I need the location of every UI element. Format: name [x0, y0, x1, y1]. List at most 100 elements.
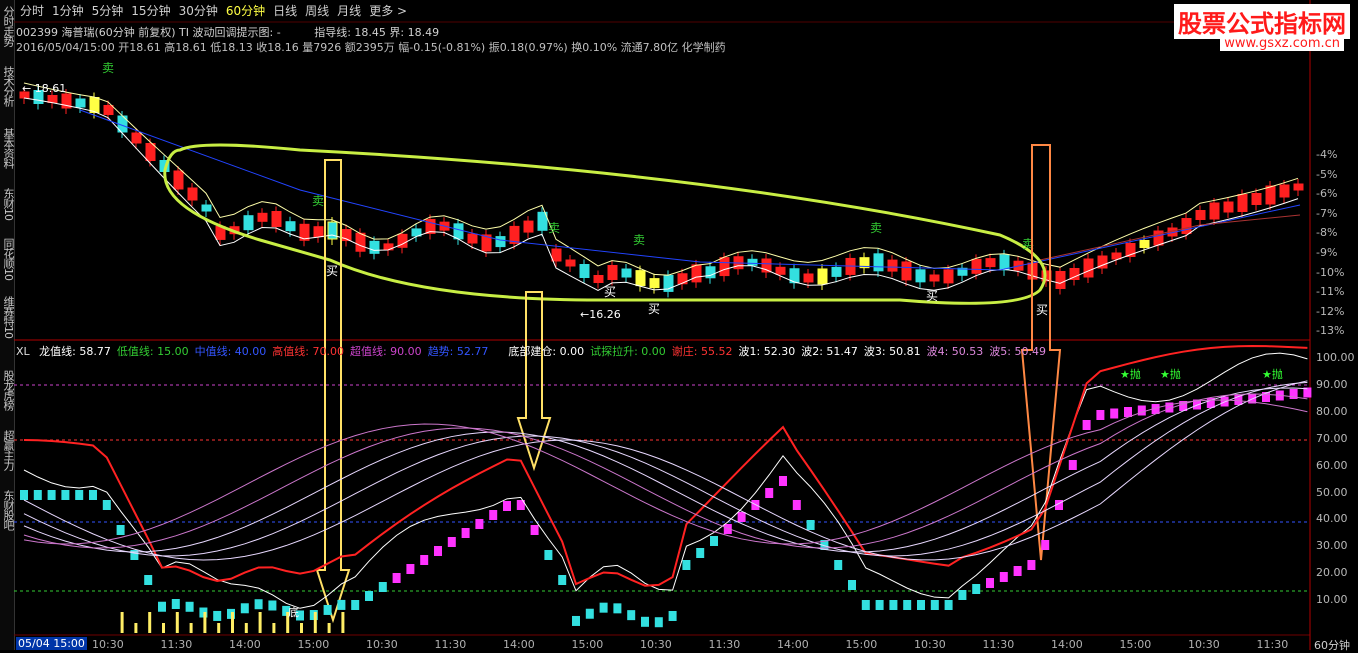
indicator-field: 波3: 50.81 — [863, 345, 921, 358]
indicator-bar — [848, 580, 856, 590]
candle-body — [355, 232, 366, 252]
indicator-bar — [144, 575, 153, 585]
indicator-bar — [806, 520, 815, 530]
candle-body — [243, 215, 254, 231]
bottom-signal-bar — [120, 612, 124, 633]
indicator-bar — [875, 600, 884, 610]
candle-body — [817, 268, 828, 285]
time-axis-label: 11:30 — [1256, 638, 1289, 651]
price-axis-label: -4% — [1316, 148, 1338, 161]
indicator-axis-label: 90.00 — [1316, 377, 1348, 391]
price-axis-label: -8% — [1316, 226, 1338, 240]
indicator-bar — [406, 564, 415, 574]
candle-body — [551, 248, 562, 262]
bottom-signal-bar — [203, 612, 207, 633]
indicator-field: 中值线: 40.00 — [194, 345, 267, 358]
period-1min[interactable]: 1分钟 — [48, 2, 88, 20]
candle-body — [103, 105, 114, 115]
indicator-bar — [1068, 460, 1077, 470]
down-arrow-middle — [516, 291, 552, 472]
brand-url: www.gsxz.com.cn — [1220, 36, 1344, 51]
bottom-signal-bar — [217, 623, 221, 633]
period-more[interactable]: 更多 > — [365, 2, 411, 20]
bottom-signal-bar — [341, 612, 345, 633]
period-60min[interactable]: 60分钟 — [222, 2, 269, 20]
candle-body — [775, 266, 786, 275]
candle-body — [1293, 183, 1304, 191]
indicator-axis-label: 40.00 — [1316, 512, 1348, 526]
candle-body — [257, 212, 268, 222]
candle-body — [285, 221, 296, 232]
sell-signal: 卖 — [102, 61, 114, 75]
indicator-bar — [447, 537, 456, 547]
indicator-prefix: XL — [16, 345, 30, 358]
buy-signal: 买 — [648, 302, 660, 316]
period-5min[interactable]: 5分钟 — [88, 2, 128, 20]
period-daily[interactable]: 日线 — [269, 2, 301, 20]
time-axis-label: 11:30 — [982, 638, 1015, 651]
candle-body — [929, 274, 940, 282]
indicator-field: 底部建仓: 0.00 — [508, 345, 585, 358]
bottom-signal-bar — [258, 612, 262, 633]
indicator-axis-label: 100.00 — [1316, 351, 1355, 364]
indicator-bar — [585, 608, 594, 619]
candle-body — [691, 264, 702, 283]
bottom-signal-bar — [313, 612, 317, 633]
candle-body — [621, 268, 632, 278]
indicator-bar — [365, 591, 373, 601]
indicator-bar — [475, 519, 484, 529]
indicator-bar — [917, 600, 925, 610]
candle-body — [635, 270, 646, 287]
indicator-legend: XL 龙值线: 58.77 低值线: 15.00 中值线: 40.00 高值线: 70… — [16, 343, 1052, 359]
candle-body — [271, 210, 282, 227]
time-axis-label: 10:30 — [366, 638, 398, 651]
indicator-bar — [792, 500, 801, 510]
indicator-bar — [903, 600, 912, 610]
indicator-bar — [351, 600, 360, 610]
bottom-signal-bar — [244, 623, 248, 633]
indicator-bar — [1027, 560, 1036, 570]
throw-signal: ★抛 — [1262, 367, 1283, 381]
indicator-bar — [268, 600, 277, 611]
buy-signal: 买 — [604, 285, 616, 299]
candle-body — [201, 204, 212, 212]
candle-body — [145, 143, 156, 161]
indicator-bar — [1096, 410, 1105, 420]
period-label: 60分钟 — [1314, 639, 1350, 652]
indicator-bar — [323, 604, 332, 615]
period-15min[interactable]: 15分钟 — [127, 2, 174, 20]
candle-body — [1139, 240, 1150, 248]
price-axis-label: -5% — [1316, 167, 1338, 181]
indicator-bar — [489, 510, 498, 520]
indicator-field: 试探拉升: 0.00 — [590, 345, 666, 358]
candle-body — [831, 266, 842, 277]
period-weekly[interactable]: 周线 — [301, 2, 333, 20]
guide-line-value: 指导线: 18.45 界: 18.49 — [314, 26, 440, 39]
candle-body — [1279, 184, 1290, 198]
high-price-mark: ← 18.61 — [22, 82, 66, 95]
candle-body — [719, 257, 730, 277]
indicator-bar — [530, 525, 539, 535]
stock-title-line: 002399 海普瑞(60分钟 前复权) TI 波动回调提示图: - 指导线: … — [16, 24, 439, 40]
indicator-bar — [544, 550, 553, 560]
indicator-bar — [1137, 405, 1146, 416]
indicator-bar — [599, 602, 608, 613]
period-monthly[interactable]: 月线 — [333, 2, 365, 20]
indicator-field: 龙值线: 58.77 — [39, 345, 111, 358]
candle-body — [467, 233, 478, 244]
time-axis-label: 14:00 — [777, 638, 809, 651]
buy-signal: 买 — [326, 264, 338, 278]
indicator-bar — [779, 476, 787, 486]
indicator-field: 趋势: 52.77 — [427, 345, 489, 358]
indicator-bar — [668, 610, 677, 621]
candle-body — [985, 258, 996, 268]
period-intraday[interactable]: 分时 — [16, 2, 48, 20]
indicator-bar — [89, 490, 97, 500]
time-axis-label: 15:00 — [845, 638, 878, 651]
candle-body — [943, 269, 954, 284]
bottom-signal-bar — [231, 612, 234, 633]
bottom-signal-bar — [175, 612, 179, 633]
candle-body — [187, 187, 198, 201]
indicator-axis-label: 20.00 — [1316, 566, 1348, 580]
period-30min[interactable]: 30分钟 — [175, 2, 222, 20]
